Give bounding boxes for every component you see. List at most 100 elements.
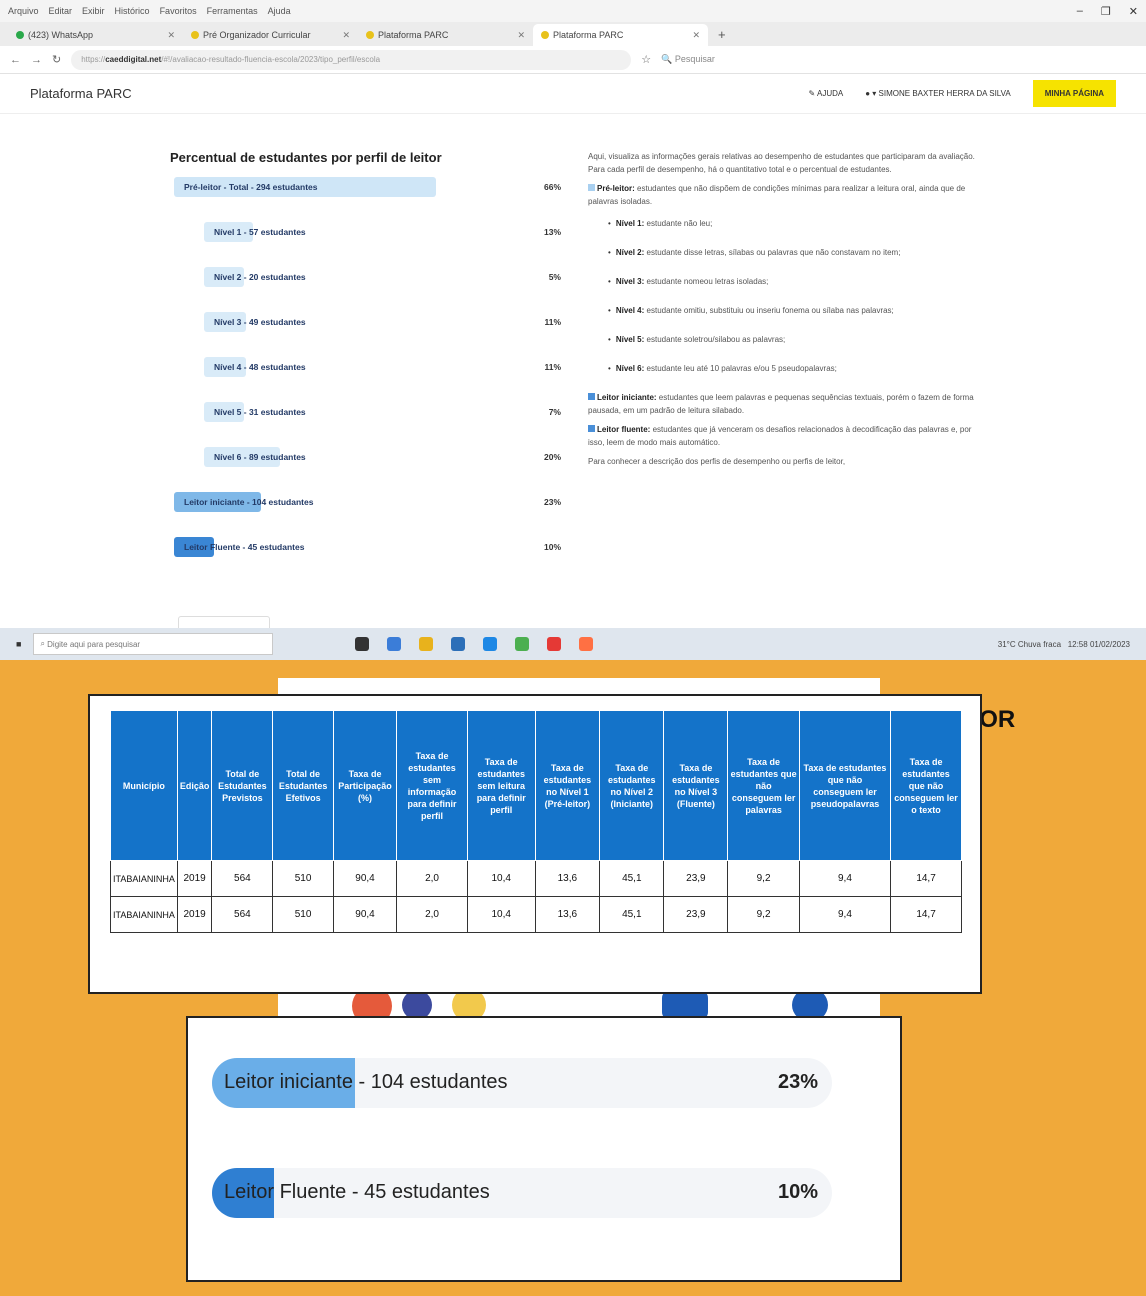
chart-bar-percent: 11% (544, 362, 561, 372)
table-cell: 564 (211, 860, 274, 897)
leitor-fluente-desc: Leitor fluente: estudantes que já vencer… (588, 423, 978, 449)
level-name: Nível 3: (615, 277, 645, 286)
zoom-bar-label: Leitor iniciante - 104 estudantes (224, 1071, 508, 1093)
table-header-cell: Taxa de estudantes que não conseguem ler… (727, 710, 800, 861)
pre-leitor-text: estudantes que não dispõem de condições … (588, 184, 966, 206)
tab-organizador[interactable]: Pré Organizador Curricular ✕ (183, 24, 358, 46)
intro-text: Aqui, visualiza as informações gerais re… (588, 152, 975, 174)
decor-circle (452, 994, 486, 1018)
menu-exibir[interactable]: Exibir (82, 6, 105, 16)
results-table: Município Edição Total de Estudantes Previ… (110, 710, 962, 933)
footer-text: Para conhecer a descrição dos perfis de … (588, 457, 846, 466)
leitor-iniciante-desc: Leitor iniciante: estudantes que leem pa… (588, 391, 978, 417)
chart-row: Nível 2 - 20 estudantes 5% (170, 263, 565, 308)
decor-circle (792, 994, 828, 1018)
store-icon[interactable] (451, 637, 466, 651)
app-header: Plataforma PARC ✎ AJUDA ● ▾ SIMONE BAXTE… (0, 74, 1146, 114)
close-tab-icon[interactable]: ✕ (692, 30, 700, 41)
chart-bar-percent: 20% (543, 452, 561, 462)
table-cell: 9,4 (798, 896, 892, 933)
menu-editar[interactable]: Editar (49, 6, 73, 16)
new-tab-icon[interactable]: + (708, 27, 736, 46)
chart-bar-percent: 23% (543, 497, 561, 507)
table-header-cell: Total de Estudantes Efetivos (272, 710, 334, 861)
forward-icon[interactable]: → (31, 54, 42, 66)
chart-bar-label: Nível 3 - 49 estudantes (214, 317, 306, 327)
my-page-button[interactable]: MINHA PÁGINA (1032, 80, 1116, 107)
menu-historico[interactable]: Histórico (115, 6, 150, 16)
tab-parc-1[interactable]: Plataforma PARC ✕ (358, 24, 533, 46)
app-title: Plataforma PARC (30, 86, 132, 101)
clock-time: 12:58 (1067, 639, 1088, 649)
decor-circle (352, 994, 392, 1018)
windows-start-icon[interactable]: ■ (16, 639, 21, 649)
task-view-icon[interactable] (355, 637, 370, 651)
restore-icon[interactable]: ❐ (1101, 5, 1111, 18)
tab-whatsapp[interactable]: (423) WhatsApp ✕ (8, 24, 183, 46)
table-header-row: Município Edição Total de Estudantes Previ… (110, 710, 962, 861)
chart-bar-percent: 10% (543, 542, 561, 552)
help-label: AJUDA (817, 89, 844, 98)
weather-text: 31°C Chuva fraca (997, 639, 1062, 649)
table-header-cell: Taxa de estudantes no Nível 3 (Fluente) (663, 710, 729, 861)
table-cell: 2,0 (396, 860, 468, 897)
mail-icon[interactable] (483, 637, 498, 651)
level-name: Nível 2: (615, 248, 645, 257)
reload-icon[interactable]: ↻ (52, 53, 61, 66)
chart-row: Nível 6 - 89 estudantes 20% (170, 443, 565, 488)
level-name: Nível 5: (615, 335, 645, 344)
close-icon[interactable]: ✕ (1129, 5, 1138, 18)
window-controls: – ❐ ✕ (1077, 5, 1138, 18)
table-cell: 45,1 (599, 896, 665, 933)
legend-square-icon (588, 184, 595, 191)
close-tab-icon[interactable]: ✕ (342, 30, 350, 41)
table-cell: 9,2 (727, 860, 800, 897)
chart-bar-percent: 66% (543, 182, 561, 192)
taskbar-search-placeholder: Digite aqui para pesquisar (47, 639, 141, 649)
menu-arquivo[interactable]: Arquivo (8, 6, 39, 16)
chart-bar-percent: 5% (548, 272, 561, 282)
table-header-cell: Taxa de estudantes no Nível 1 (Pré-leito… (534, 710, 601, 861)
table-cell: 90,4 (332, 896, 398, 933)
help-link[interactable]: ✎ AJUDA (809, 89, 844, 98)
pdf-icon[interactable] (547, 637, 562, 651)
user-name: SIMONE BAXTER HERRA DA SILVA (878, 89, 1011, 98)
minimize-icon[interactable]: – (1077, 5, 1083, 18)
firefox-icon[interactable] (579, 637, 594, 651)
menu-ajuda[interactable]: Ajuda (268, 6, 291, 16)
browser-screenshot: Arquivo Editar Exibir Histórico Favorito… (0, 0, 1146, 660)
menu-favoritos[interactable]: Favoritos (160, 6, 197, 16)
level-name: Nível 1: (615, 219, 645, 228)
table-header-cell: Município (110, 710, 178, 861)
folder-icon[interactable] (419, 637, 434, 651)
zoomed-chart-card: Leitor iniciante - 104 estudantes 23% Leit… (186, 1016, 902, 1282)
close-tab-icon[interactable]: ✕ (167, 30, 175, 41)
back-icon[interactable]: ← (10, 54, 21, 66)
chart-rows: Pré-leitor - Total - 294 estudantes 66% Ní… (170, 173, 565, 578)
chart-bar-percent: 7% (548, 407, 561, 417)
menu-bar: Arquivo Editar Exibir Histórico Favorito… (0, 0, 1146, 22)
chart-row: Nível 4 - 48 estudantes 11% (170, 353, 565, 398)
table-cell: 13,6 (534, 896, 601, 933)
menu-ferramentas[interactable]: Ferramentas (207, 6, 258, 16)
table-cell: 14,7 (890, 896, 962, 933)
system-tray: 31°C Chuva fraca 12:58 01/02/2023 (998, 640, 1130, 649)
list-item: Nível 3: estudante nomeou letras isolada… (608, 275, 978, 288)
close-tab-icon[interactable]: ✕ (517, 30, 525, 41)
fluente-title: Leitor fluente: (597, 425, 651, 434)
bookmark-star-icon[interactable]: ☆ (641, 53, 651, 66)
edge-icon[interactable] (387, 637, 402, 651)
taskbar-apps (355, 637, 594, 651)
url-domain: caeddigital.net (105, 55, 162, 64)
search-input[interactable]: 🔍 Pesquisar (661, 54, 921, 65)
search-placeholder: Pesquisar (674, 54, 715, 64)
user-menu[interactable]: ● ▾ SIMONE BAXTER HERRA DA SILVA (865, 89, 1010, 98)
taskbar-search-input[interactable]: ⌕ Digite aqui para pesquisar (33, 633, 274, 655)
slide-illustration (312, 994, 880, 1018)
table-cell: 10,4 (466, 896, 536, 933)
excel-icon[interactable] (515, 637, 530, 651)
address-input[interactable]: https://caeddigital.net/#!/avaliacao-res… (71, 49, 632, 70)
tab-parc-2[interactable]: Plataforma PARC ✕ (533, 24, 708, 46)
zoom-bar-label: Leitor Fluente - 45 estudantes (224, 1181, 490, 1203)
windows-taskbar: ■ ⌕ Digite aqui para pesquisar 31°C Chuv… (0, 628, 1146, 660)
